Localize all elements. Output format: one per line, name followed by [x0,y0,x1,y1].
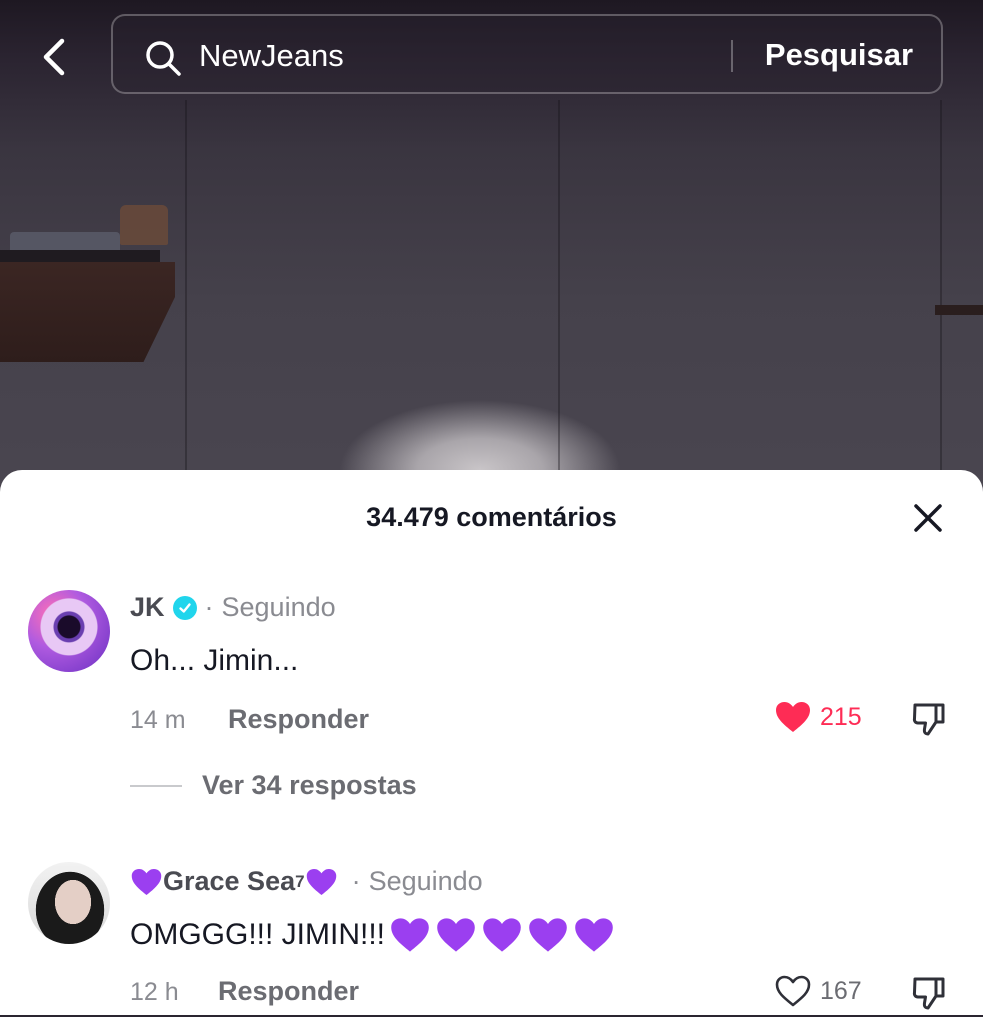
separator-dot: · [351,866,361,896]
dislike-icon [912,977,945,1010]
like-button[interactable]: 215 [774,700,862,734]
purple-heart-icon [575,918,613,952]
search-bar: Pesquisar [111,14,943,94]
heart-icon [775,975,811,1007]
back-button[interactable] [30,34,76,80]
separator-dot: · [204,592,214,622]
purple-heart-icon [306,868,336,895]
wall-rail [935,305,983,315]
comment-time: 12 h [130,978,179,1006]
replies-divider [130,784,182,787]
shelf-top [0,250,160,264]
close-button[interactable] [906,496,950,540]
close-icon [914,504,942,532]
comment-time: 14 m [130,706,186,734]
purple-heart-icon [391,918,429,952]
reply-button[interactable]: Responder [228,704,369,735]
heart-icon [776,702,810,732]
verified-icon [172,595,197,620]
shelf-object [120,205,168,245]
comment-text: OMGGG!!! JIMIN!!! [130,918,385,951]
like-button[interactable]: 167 [774,974,862,1008]
like-count: 167 [820,976,862,1005]
purple-heart-icon [437,918,475,952]
search-input[interactable] [199,34,719,78]
username-superscript: 7 [295,871,305,891]
comment-username[interactable]: JK [130,592,165,623]
avatar[interactable] [28,862,110,944]
shelf [0,262,175,362]
search-submit-button[interactable]: Pesquisar [749,33,929,77]
follow-status: Seguindo [368,866,483,896]
comments-sheet: 34.479 comentários JK · Seguindo Oh... J… [0,470,983,1015]
comments-count-title: 34.479 comentários [366,502,617,532]
wall-line [558,100,560,480]
comment-username-text: Grace Sea [163,866,296,896]
reply-button[interactable]: Responder [218,976,359,1007]
back-chevron-icon [43,38,65,76]
avatar[interactable] [28,590,110,672]
view-replies-label: Ver 34 respostas [202,770,417,800]
search-divider [731,40,733,72]
view-replies-link[interactable]: Ver 34 respostas [130,770,417,801]
purple-heart-icon [131,868,162,895]
comment-username[interactable]: Grace Sea 7 [130,866,338,897]
dislike-icon [912,703,945,736]
comment-text: Oh... Jimin... [130,644,299,677]
purple-heart-icon [529,918,567,952]
dislike-button[interactable] [910,974,948,1012]
purple-heart-icon [483,918,521,952]
like-count: 215 [820,702,862,731]
comment-text-row: OMGGG!!! JIMIN!!! [130,916,615,954]
wall-line [185,100,187,480]
follow-status: Seguindo [221,592,336,622]
search-icon [146,41,181,76]
dislike-button[interactable] [910,700,948,738]
wall-line [940,100,942,480]
